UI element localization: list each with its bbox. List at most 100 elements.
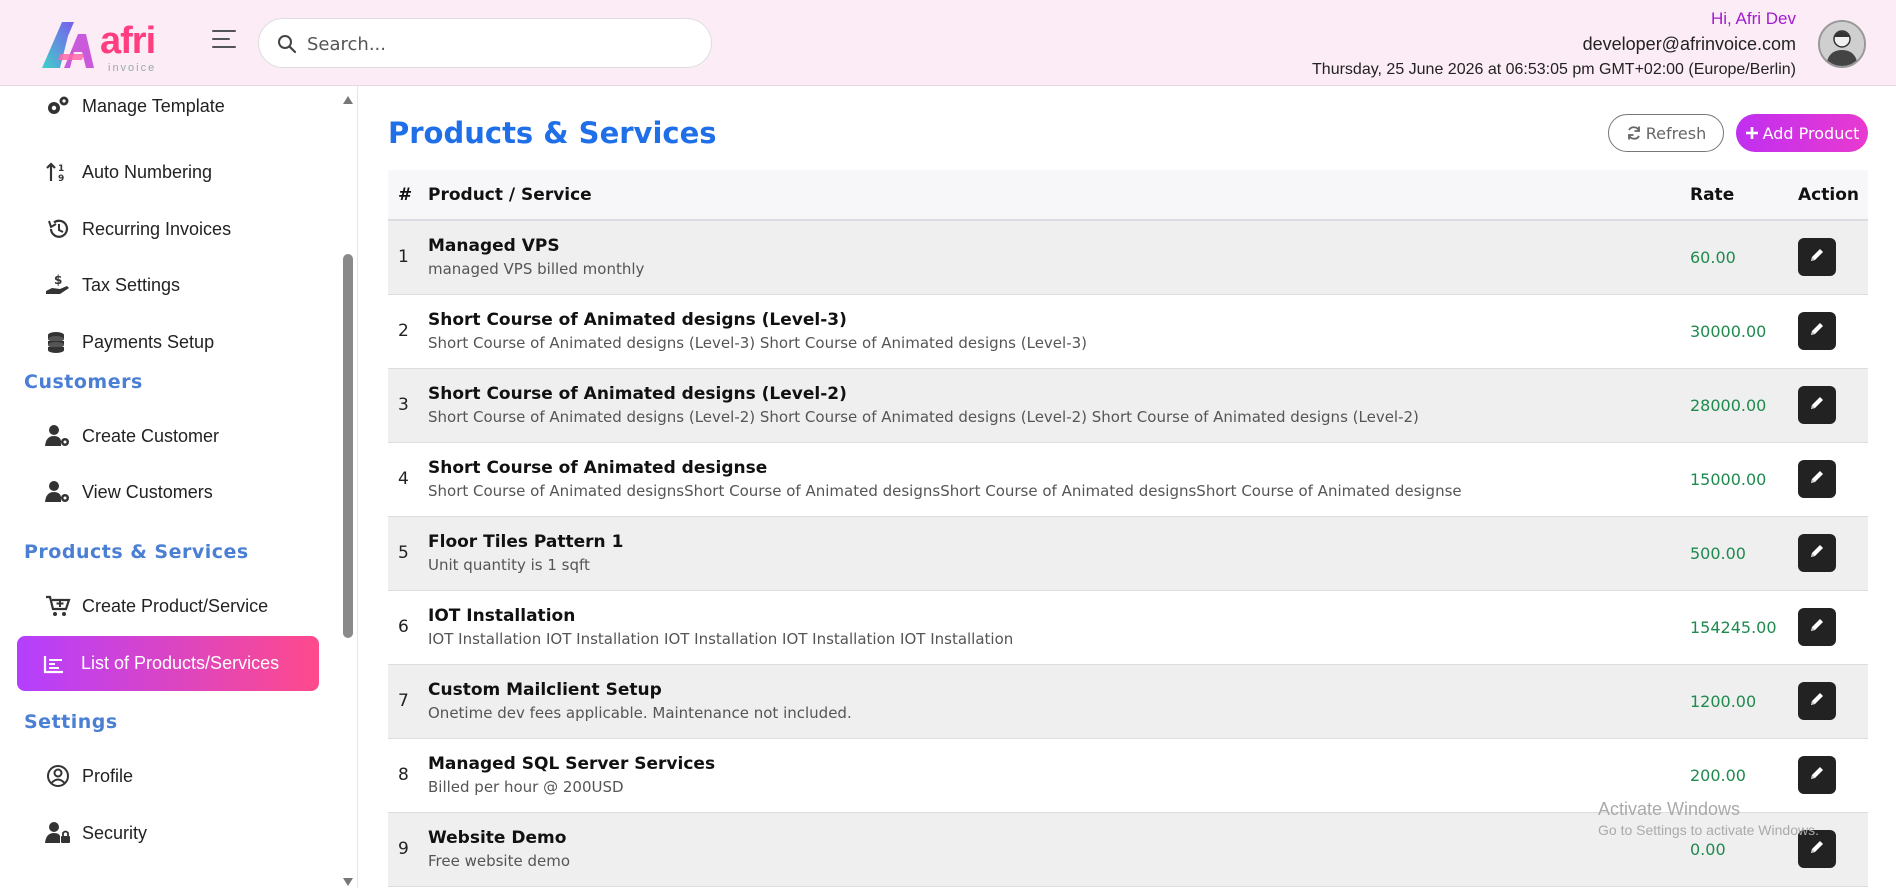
sidebar-item-recurring-invoices[interactable]: Recurring Invoices [44, 209, 231, 249]
sidebar-item-label: Recurring Invoices [82, 218, 232, 239]
scroll-down-icon[interactable] [342, 872, 354, 888]
user-greeting: Hi, Afri Dev [1710, 9, 1796, 28]
table-row: 3 Short Course of Animated designs (Level… [388, 368, 1868, 442]
sidebar-item-manage-template[interactable]: Manage Template [44, 86, 225, 126]
table-row: 6 IOT Installation IOT Installation IOT In… [388, 590, 1868, 664]
search-icon [277, 34, 297, 58]
table-header-row: # Product / Service Rate Action [388, 170, 1868, 220]
sidebar-item-profile[interactable]: Profile [44, 756, 133, 796]
add-product-button[interactable]: Add Product [1736, 114, 1868, 152]
svg-text:$: $ [54, 273, 62, 287]
row-number: 8 [398, 765, 409, 785]
sidebar-item-create-customer[interactable]: Create Customer [44, 416, 219, 456]
pencil-icon [1808, 838, 1826, 860]
row-number: 2 [398, 321, 409, 341]
action-cell [1798, 664, 1868, 738]
page-title: Products & Services [388, 116, 717, 150]
user-gear-icon [44, 424, 72, 448]
pencil-icon [1808, 542, 1826, 564]
table-row: 2 Short Course of Animated designs (Level… [388, 294, 1868, 368]
sidebar-scroll-thumb[interactable] [343, 254, 353, 638]
row-number: 3 [398, 395, 409, 415]
table-row: 5 Floor Tiles Pattern 1 Unit quantity is 1… [388, 516, 1868, 590]
product-name: Short Course of Animated designse [428, 458, 768, 478]
add-product-label: Add Product [1762, 123, 1860, 143]
top-header: afri invoice Hi, Afri Dev developer@afri… [0, 0, 1896, 86]
user-circle-icon [44, 764, 72, 788]
search-box[interactable] [258, 18, 712, 68]
table-row: 1 Managed VPS managed VPS billed monthly 60… [388, 220, 1868, 294]
sidebar-item-label: Create Customer [82, 425, 220, 446]
product-description: Billed per hour @ 200USD [428, 778, 624, 796]
edit-button[interactable] [1798, 238, 1836, 277]
pencil-icon [1808, 320, 1826, 342]
history-icon [44, 217, 72, 241]
gears-icon [44, 94, 72, 118]
section-settings: Settings [24, 711, 118, 733]
product-rate: 15000.00 [1690, 469, 1767, 489]
product-rate: 28000.00 [1690, 395, 1767, 415]
watermark-title: Activate Windows [1598, 799, 1741, 819]
svg-text:9: 9 [58, 174, 64, 183]
sidebar-item-view-customers[interactable]: View Customers [44, 472, 213, 512]
product-cell: IOT Installation IOT Installation IOT Ins… [428, 590, 1690, 664]
action-cell [1798, 220, 1868, 294]
pencil-icon [1808, 690, 1826, 712]
scroll-up-icon[interactable] [342, 90, 354, 109]
product-description: Short Course of Animated designsShort Co… [428, 482, 1462, 500]
sidebar-item-auto-numbering[interactable]: 19 Auto Numbering [44, 152, 212, 192]
plus-icon [1745, 126, 1759, 140]
row-number: 4 [398, 469, 409, 489]
product-cell: Short Course of Animated designse Short C… [428, 442, 1690, 516]
product-name: Managed SQL Server Services [428, 754, 716, 774]
sort-numeric-icon: 19 [44, 160, 72, 184]
product-rate: 1200.00 [1690, 691, 1757, 711]
pencil-icon [1808, 394, 1826, 416]
sidebar-item-label: Manage Template [82, 95, 225, 116]
products-table: # Product / Service Rate Action 1 Managed… [388, 170, 1868, 887]
product-rate: 60.00 [1690, 247, 1736, 267]
sidebar-item-create-product[interactable]: Create Product/Service [44, 586, 268, 626]
edit-button[interactable] [1798, 386, 1836, 424]
edit-button[interactable] [1798, 460, 1836, 498]
refresh-button[interactable]: Refresh [1608, 114, 1724, 152]
sidebar-item-label: Security [82, 822, 148, 843]
section-products: Products & Services [24, 541, 249, 563]
product-description: managed VPS billed monthly [428, 260, 645, 279]
product-cell: Short Course of Animated designs (Level-… [428, 368, 1690, 442]
edit-button[interactable] [1798, 682, 1836, 720]
edit-button[interactable] [1798, 608, 1836, 646]
search-input[interactable] [307, 29, 687, 59]
sidebar-item-payments-setup[interactable]: Payments Setup [44, 322, 214, 362]
product-description: Short Course of Animated designs (Level-… [428, 334, 1088, 352]
pencil-icon [1808, 468, 1826, 490]
section-customers: Customers [24, 371, 143, 393]
sidebar-item-security[interactable]: Security [44, 813, 147, 853]
row-number: 7 [398, 691, 409, 711]
product-cell: Managed VPS managed VPS billed monthly [428, 220, 1690, 294]
sidebar-item-tax-settings[interactable]: $ Tax Settings [44, 265, 180, 305]
coins-icon [44, 330, 72, 354]
avatar[interactable] [1818, 20, 1866, 68]
edit-button[interactable] [1798, 312, 1836, 350]
watermark-subtitle: Go to Settings to activate Windows. [1598, 822, 1819, 838]
sidebar-item-list-products[interactable]: List of Products/Services [17, 636, 319, 691]
pencil-icon [1808, 246, 1826, 268]
hand-dollar-icon: $ [44, 273, 72, 297]
pencil-icon [1808, 764, 1826, 786]
menu-toggle-icon[interactable] [212, 30, 240, 54]
product-rate: 30000.00 [1690, 321, 1767, 341]
product-cell: Short Course of Animated designs (Level-… [428, 294, 1690, 368]
product-name: Floor Tiles Pattern 1 [428, 532, 624, 552]
product-rate: 500.00 [1690, 543, 1746, 563]
action-cell [1798, 294, 1868, 368]
product-description: IOT Installation IOT Installation IOT In… [428, 630, 1014, 648]
product-description: Short Course of Animated designs (Level-… [428, 408, 1419, 426]
product-name: Managed VPS [428, 236, 560, 257]
product-cell: Managed SQL Server Services Billed per ho… [428, 738, 1690, 812]
sidebar-scrollbar[interactable] [340, 86, 356, 888]
edit-button[interactable] [1798, 534, 1836, 572]
edit-button[interactable] [1798, 756, 1836, 794]
refresh-icon [1626, 125, 1642, 141]
logo-text: afri [100, 20, 156, 62]
